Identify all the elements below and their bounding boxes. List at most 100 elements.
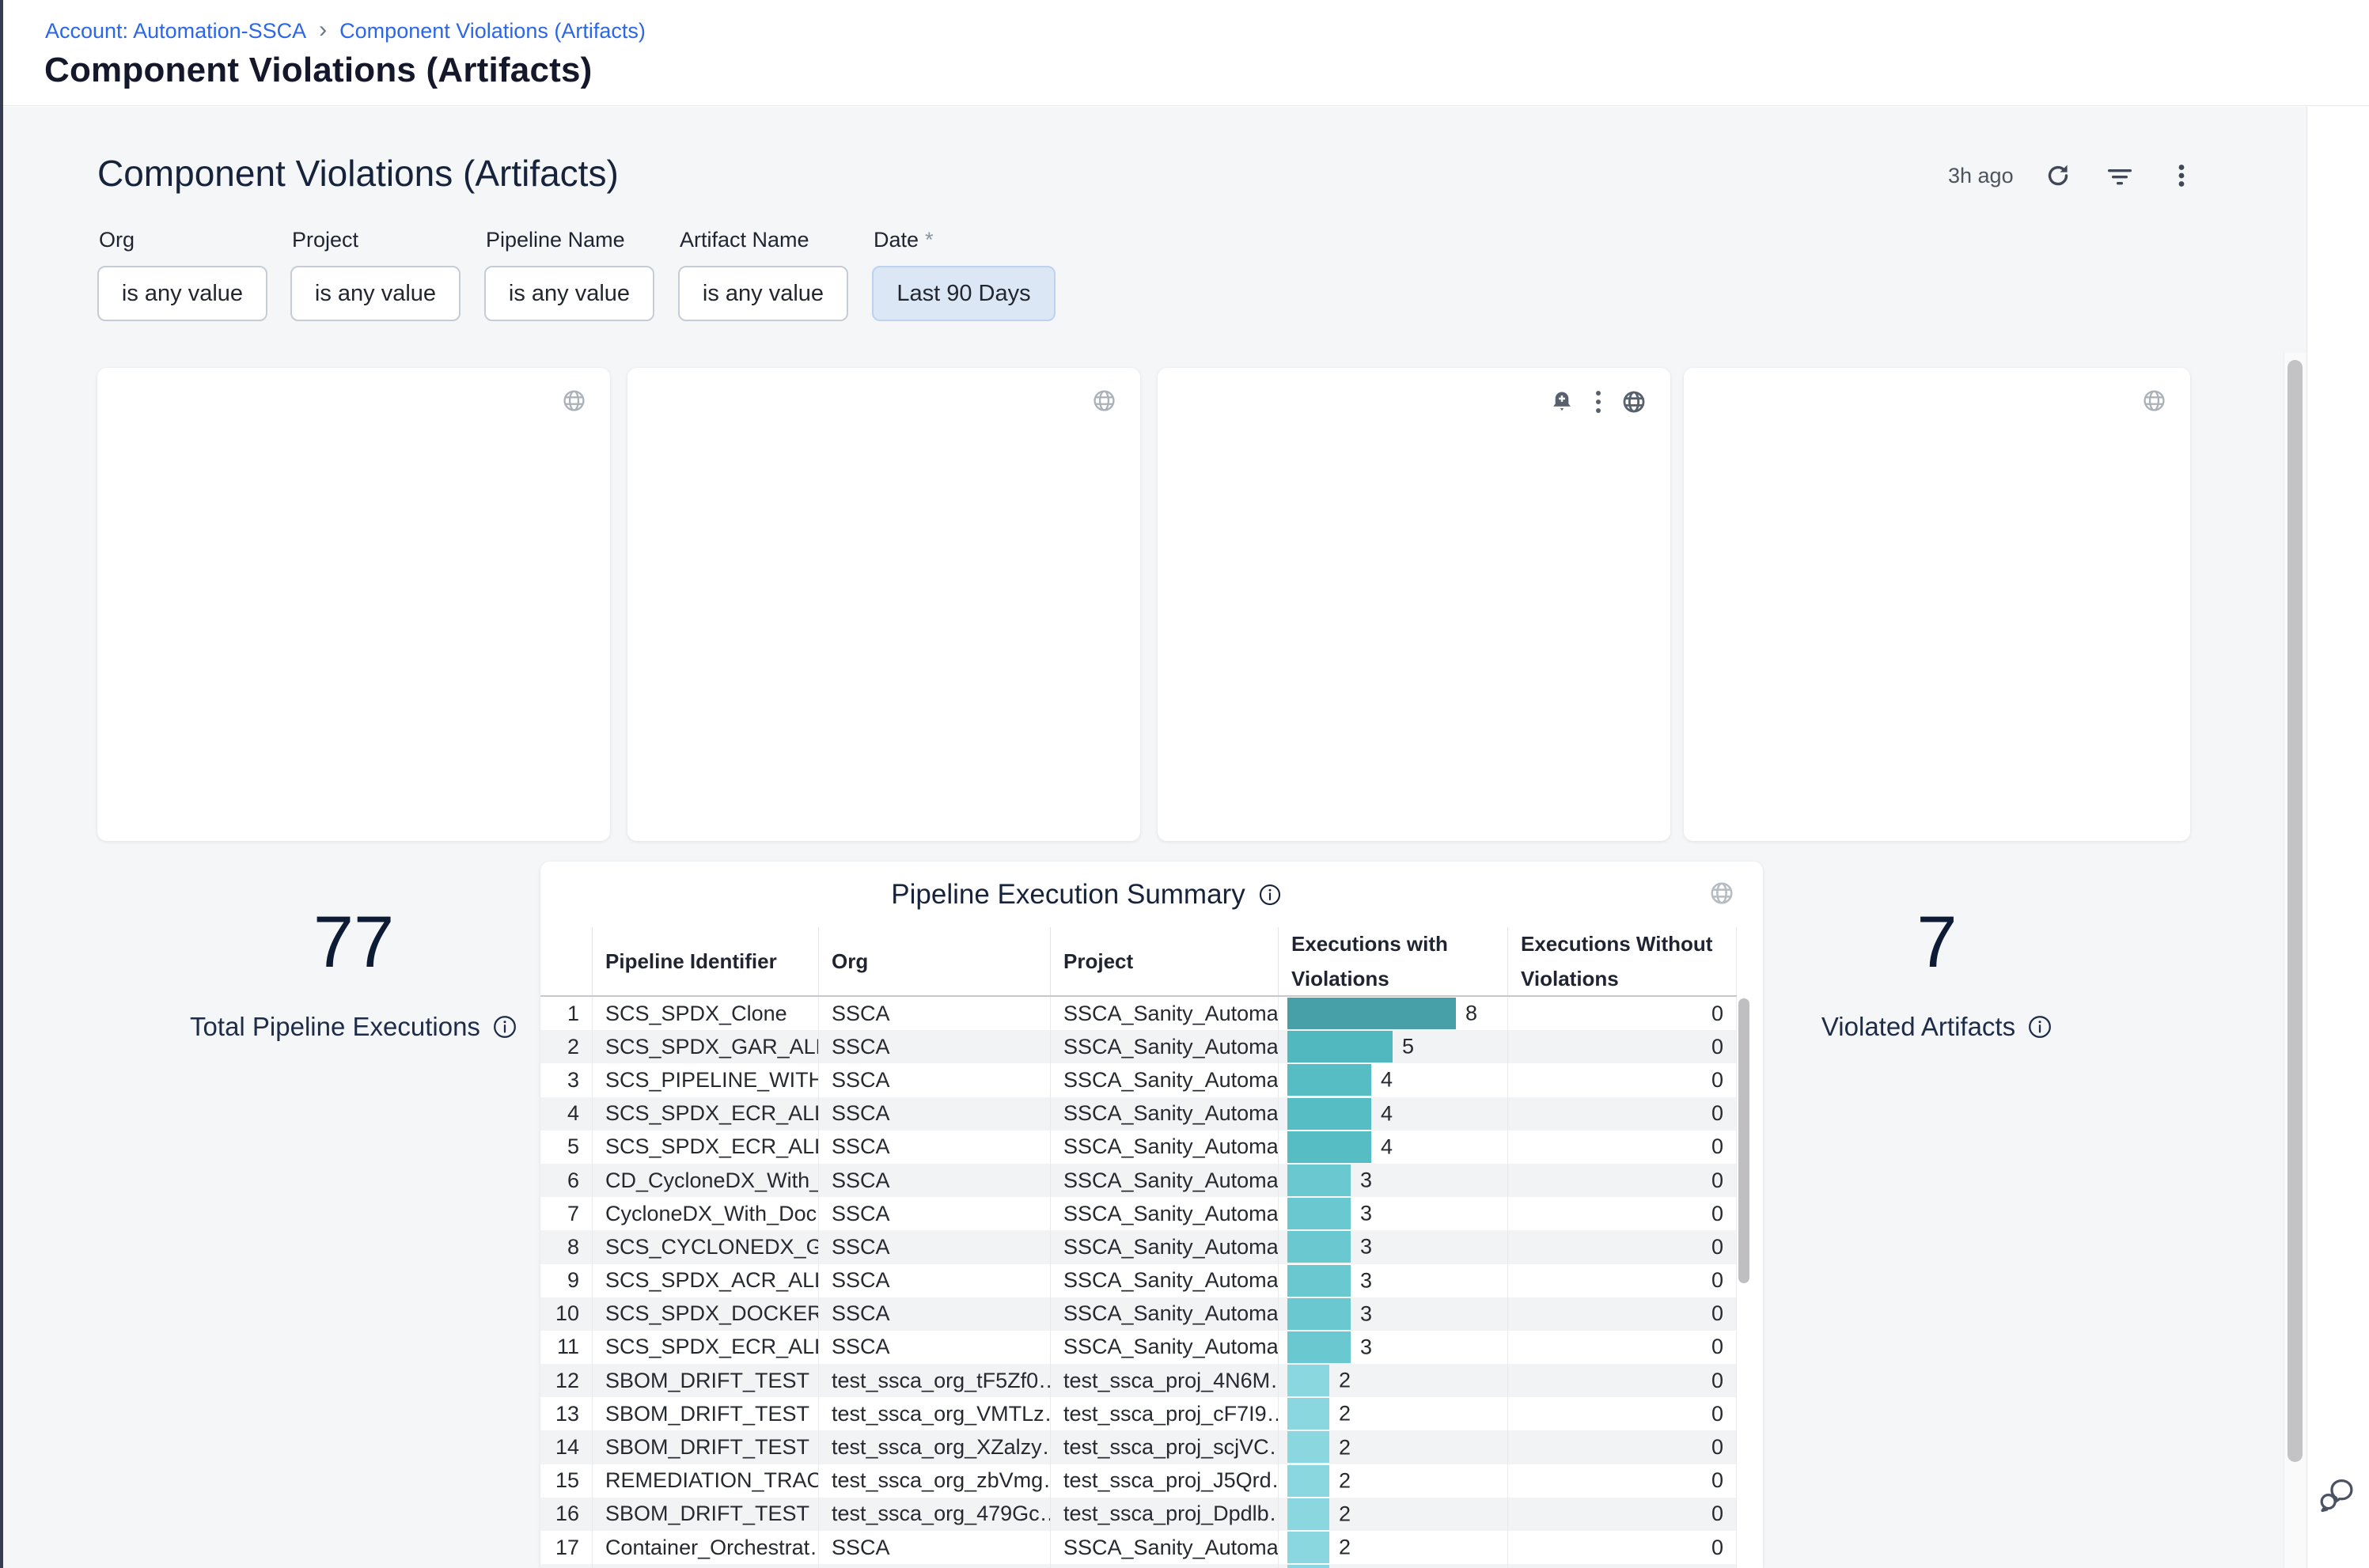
info-icon[interactable]	[2027, 1014, 2053, 1040]
cell-executions-without-violations: 0	[1507, 997, 1737, 1030]
row-index: 9	[540, 1264, 592, 1297]
refresh-icon[interactable]	[2041, 158, 2075, 193]
table-row[interactable]: 15 REMEDIATION_TRAC… test_ssca_org_zbVmg…	[540, 1464, 1737, 1498]
row-index: 10	[540, 1297, 592, 1331]
filter-project-value[interactable]: is any value	[290, 266, 461, 321]
column-header-org[interactable]: Org	[818, 927, 1050, 995]
filter-org-value[interactable]: is any value	[97, 266, 267, 321]
violations-bar[interactable]	[1287, 1431, 1329, 1463]
table-row[interactable]: 2 SCS_SPDX_GAR_ALL… SSCA SSCA_Sanity_Aut…	[540, 1030, 1737, 1063]
chat-bubbles-icon[interactable]	[2317, 1475, 2358, 1516]
table-row[interactable]: 1 SCS_SPDX_Clone SSCA SSCA_Sanity_Automa…	[540, 997, 1737, 1030]
cell-pipeline-identifier: SCS_SPDX_ACR_ALL…	[592, 1264, 818, 1297]
table-row[interactable]: 3 SCS_PIPELINE_WITH… SSCA SSCA_Sanity_Au…	[540, 1063, 1737, 1096]
filter-artifact-name-value[interactable]: is any value	[678, 266, 848, 321]
table-row[interactable]: 10 SCS_SPDX_DOCKER_… SSCA SSCA_Sanity_Au…	[540, 1297, 1737, 1331]
page-scrollbar-thumb[interactable]	[2288, 360, 2303, 1462]
cell-project: SSCA_Sanity_Automa…	[1050, 1531, 1278, 1564]
table-row[interactable]: 7 CycloneDX_With_Doc… SSCA SSCA_Sanity_A…	[540, 1197, 1737, 1230]
globe-icon[interactable]	[1092, 388, 1116, 413]
violations-bar[interactable]	[1287, 1131, 1371, 1163]
row-index	[540, 1564, 592, 1568]
filter-pipeline-name-value[interactable]: is any value	[484, 266, 654, 321]
cell-executions-with-violations: 3	[1278, 1264, 1507, 1297]
cell-org: SSCA	[818, 997, 1050, 1030]
table-row[interactable]: 14 SBOM_DRIFT_TEST test_ssca_org_XZalzy……	[540, 1430, 1737, 1464]
cell-pipeline-identifier: SCS_PIPELINE_WITH…	[592, 1063, 818, 1096]
row-index: 4	[540, 1097, 592, 1131]
table-row[interactable]: 13 SBOM_DRIFT_TEST test_ssca_org_VMTLz… …	[540, 1397, 1737, 1430]
cell-org: SSCA	[818, 1164, 1050, 1197]
cell-executions-with-violations: 2	[1278, 1498, 1507, 1531]
column-header-pipeline-identifier[interactable]: Pipeline Identifier	[592, 927, 818, 995]
row-index: 16	[540, 1498, 592, 1531]
cell-org	[818, 1564, 1050, 1568]
cell-project: test_ssca_proj_Dpdlb…	[1050, 1498, 1278, 1531]
globe-icon[interactable]	[1709, 881, 1734, 906]
violations-bar[interactable]	[1287, 1365, 1329, 1396]
violations-bar[interactable]	[1287, 1465, 1329, 1497]
row-index: 6	[540, 1164, 592, 1197]
table-row[interactable]	[540, 1564, 1737, 1568]
table-row[interactable]: 4 SCS_SPDX_ECR_ALL_… SSCA SSCA_Sanity_Au…	[540, 1097, 1737, 1131]
globe-icon[interactable]	[562, 388, 586, 413]
table-row[interactable]: 12 SBOM_DRIFT_TEST test_ssca_org_tF5Zf0……	[540, 1364, 1737, 1397]
table-header-row: Pipeline Identifier Org Project Executio…	[540, 927, 1737, 997]
table-row[interactable]: 11 SCS_SPDX_ECR_ALL_… SSCA SSCA_Sanity_A…	[540, 1331, 1737, 1364]
column-header-executions-without-violations[interactable]: Executions WithoutViolations	[1507, 927, 1737, 995]
cell-pipeline-identifier: SCS_SPDX_ECR_ALL_…	[592, 1097, 818, 1131]
table-row[interactable]: 17 Container_Orchestrat… SSCA SSCA_Sanit…	[540, 1531, 1737, 1564]
violations-bar[interactable]	[1287, 1298, 1351, 1330]
globe-icon[interactable]	[1621, 389, 1647, 415]
table-row[interactable]: 8 SCS_CYCLONEDX_GA… SSCA SSCA_Sanity_Aut…	[540, 1230, 1737, 1263]
dashboard-title: Component Violations (Artifacts)	[97, 152, 619, 195]
table-scrollbar-thumb[interactable]	[1738, 998, 1749, 1283]
cell-org: SSCA	[818, 1264, 1050, 1297]
globe-icon[interactable]	[2142, 388, 2166, 413]
violations-bar[interactable]	[1287, 1398, 1329, 1430]
kebab-menu-icon[interactable]	[2164, 158, 2199, 193]
breadcrumb-account-link[interactable]: Account: Automation-SSCA	[45, 19, 306, 44]
violations-bar[interactable]	[1287, 998, 1456, 1029]
violations-bar[interactable]	[1287, 1031, 1393, 1062]
column-header-executions-with-violations[interactable]: Executions withViolations	[1278, 927, 1507, 995]
violations-bar[interactable]	[1287, 1331, 1351, 1363]
filter-icon[interactable]	[2102, 158, 2137, 193]
violations-bar[interactable]	[1287, 1532, 1329, 1563]
row-index: 3	[540, 1063, 592, 1096]
filter-label-pipeline-name: Pipeline Name	[486, 228, 625, 252]
cell-pipeline-identifier: SCS_CYCLONEDX_GA…	[592, 1230, 818, 1263]
cell-project: test_ssca_proj_scjVC…	[1050, 1430, 1278, 1464]
table-row[interactable]: 9 SCS_SPDX_ACR_ALL… SSCA SSCA_Sanity_Aut…	[540, 1264, 1737, 1297]
filter-date-value[interactable]: Last 90 Days	[872, 266, 1056, 321]
info-icon[interactable]	[1258, 883, 1282, 907]
table-row[interactable]: 5 SCS_SPDX_ECR_ALL_… SSCA SSCA_Sanity_Au…	[540, 1131, 1737, 1164]
row-index: 15	[540, 1464, 592, 1498]
violations-bar[interactable]	[1287, 1198, 1351, 1229]
violations-bar[interactable]	[1287, 1064, 1371, 1096]
cell-executions-with-violations: 3	[1278, 1331, 1507, 1364]
filter-label-artifact-name: Artifact Name	[680, 228, 809, 252]
cell-executions-without-violations: 0	[1507, 1430, 1737, 1464]
breadcrumb-current-link[interactable]: Component Violations (Artifacts)	[339, 19, 646, 44]
table-row[interactable]: 16 SBOM_DRIFT_TEST test_ssca_org_479Gc… …	[540, 1498, 1737, 1531]
info-icon[interactable]	[492, 1014, 517, 1040]
column-header-project[interactable]: Project	[1050, 927, 1278, 995]
kebab-menu-icon[interactable]	[1594, 388, 1602, 415]
violations-bar[interactable]	[1287, 1565, 1329, 1568]
bell-add-icon[interactable]	[1548, 388, 1575, 415]
violations-bar[interactable]	[1287, 1231, 1351, 1263]
cell-executions-with-violations: 2	[1278, 1364, 1507, 1397]
row-index: 17	[540, 1531, 592, 1564]
table-row[interactable]: 6 CD_CycloneDX_With_… SSCA SSCA_Sanity_A…	[540, 1164, 1737, 1197]
cell-executions-without-violations: 0	[1507, 1397, 1737, 1430]
violations-bar[interactable]	[1287, 1098, 1371, 1130]
cell-project: test_ssca_proj_4N6M…	[1050, 1364, 1278, 1397]
stat-label: Total Pipeline Executions	[190, 1012, 480, 1042]
violations-bar[interactable]	[1287, 1165, 1351, 1196]
cell-project: SSCA_Sanity_Automa…	[1050, 1063, 1278, 1096]
violations-bar[interactable]	[1287, 1498, 1329, 1530]
violations-bar[interactable]	[1287, 1265, 1351, 1297]
bar-value-label: 3	[1360, 1168, 1372, 1193]
cell-project: SSCA_Sanity_Automa…	[1050, 1030, 1278, 1063]
